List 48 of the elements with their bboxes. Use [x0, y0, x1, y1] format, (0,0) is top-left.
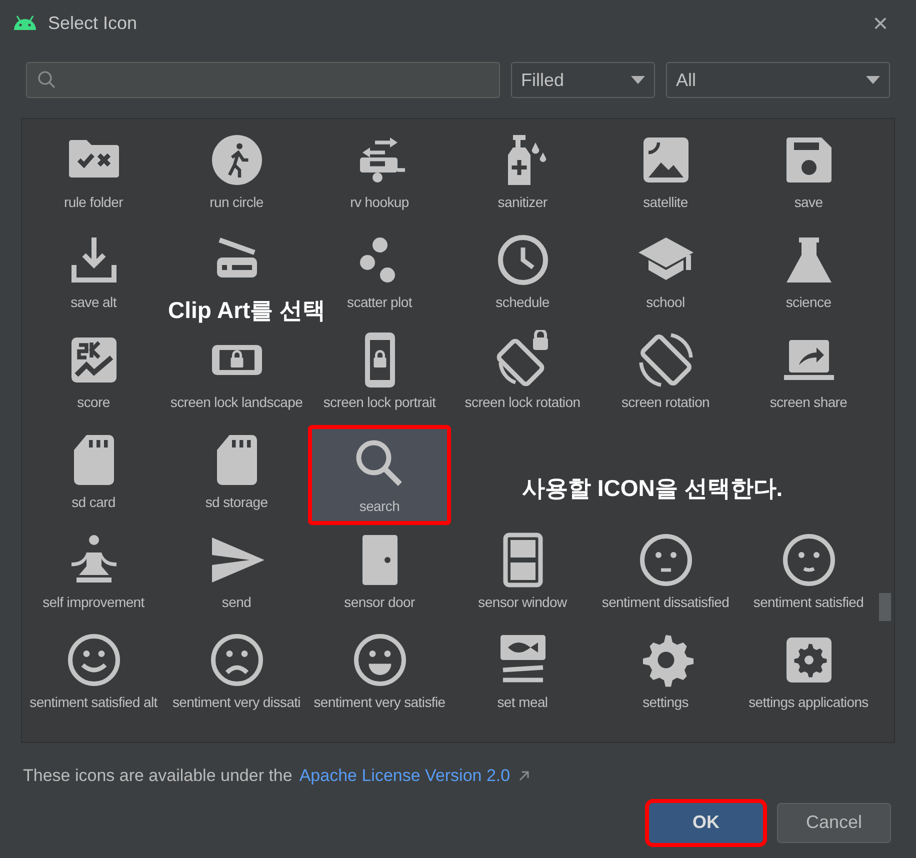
icon-tile[interactable]: screen lock rotation: [451, 325, 594, 425]
icon-tile[interactable]: school: [594, 225, 737, 325]
close-button[interactable]: ×: [872, 10, 888, 36]
icon-tile[interactable]: send: [165, 525, 308, 625]
icon-tile[interactable]: sentiment very dissati: [165, 625, 308, 725]
icon-tile[interactable]: sd card: [22, 425, 165, 525]
icon-tile[interactable]: save alt: [22, 225, 165, 325]
search-field[interactable]: [26, 62, 500, 98]
icon-tile[interactable]: sensor window: [451, 525, 594, 625]
icon-tile[interactable]: satellite: [594, 125, 737, 225]
icon-tile[interactable]: sensor door: [308, 525, 451, 625]
caret-icon: [866, 76, 880, 84]
icon-tile[interactable]: score: [22, 325, 165, 425]
icon-tile[interactable]: set meal: [451, 625, 594, 725]
icon-tile[interactable]: screen lock landscape: [165, 325, 308, 425]
caret-icon: [631, 76, 645, 84]
icon-tile[interactable]: sentiment dissatisfied: [594, 525, 737, 625]
icon-tile[interactable]: sentiment satisfied alt: [22, 625, 165, 725]
android-icon: [12, 15, 38, 31]
icon-tile[interactable]: run circle: [165, 125, 308, 225]
icon-tile[interactable]: sentiment very satisfie: [308, 625, 451, 725]
icon-tile[interactable]: rv hookup: [308, 125, 451, 225]
dropdown[interactable]: All: [666, 62, 890, 98]
icon-tile[interactable]: sentiment satisfied: [737, 525, 880, 625]
icon-tile[interactable]: save: [737, 125, 880, 225]
icon-tile[interactable]: screen share: [737, 325, 880, 425]
icon-tile[interactable]: schedule: [451, 225, 594, 325]
search-icon: [37, 70, 57, 90]
icon-tile[interactable]: self improvement: [22, 525, 165, 625]
icon-tile[interactable]: settings: [594, 625, 737, 725]
icon-tile[interactable]: screen lock portrait: [308, 325, 451, 425]
license-text: These icons are available under the: [23, 765, 292, 787]
icon-tile[interactable]: science: [737, 225, 880, 325]
icon-tile[interactable]: sanitizer: [451, 125, 594, 225]
annotation-text: Clip Art를 선택: [168, 296, 326, 325]
dropdown[interactable]: Filled: [511, 62, 655, 98]
annotation-text: 사용할 ICON을 선택한다.: [522, 474, 783, 503]
scrollbar-thumb[interactable]: [879, 593, 891, 621]
icon-tile[interactable]: search: [308, 425, 451, 525]
window-title: Select Icon: [48, 12, 138, 34]
icon-tile[interactable]: screen rotation: [594, 325, 737, 425]
license-link[interactable]: Apache License Version 2.0: [299, 763, 510, 788]
external-link-icon: [518, 770, 530, 782]
cancel-button[interactable]: Cancel: [777, 802, 891, 842]
icon-tile[interactable]: rule folder: [22, 125, 165, 225]
icon-tile[interactable]: settings applications: [737, 625, 880, 725]
icon-tile[interactable]: sd storage: [165, 425, 308, 525]
ok-button[interactable]: OK: [649, 802, 763, 842]
